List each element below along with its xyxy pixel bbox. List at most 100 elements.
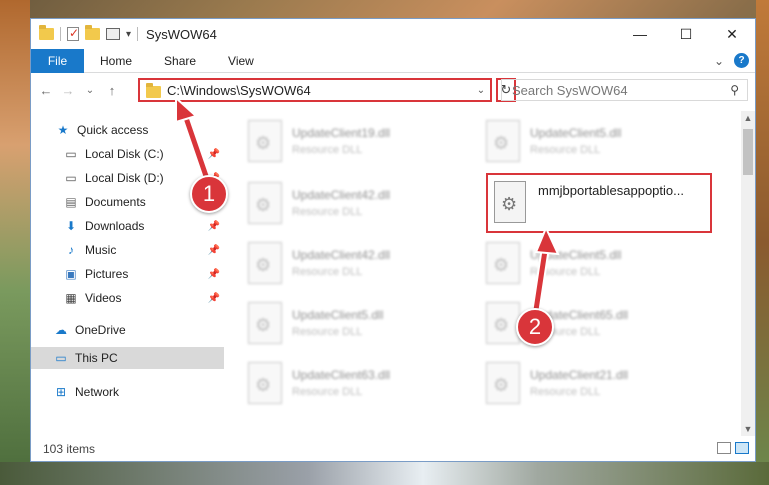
back-button[interactable]: ← <box>35 83 57 98</box>
sidebar-item-label: Documents <box>85 195 146 209</box>
scroll-thumb[interactable] <box>743 129 753 175</box>
sidebar-item-label: Local Disk (C:) <box>85 147 164 161</box>
dll-file-icon <box>248 120 282 162</box>
list-item[interactable]: UpdateClient42.dll Resource DLL <box>248 237 468 289</box>
pin-icon: 📌 <box>207 148 220 160</box>
dll-file-icon <box>248 362 282 404</box>
file-list: UpdateClient19.dll Resource DLL UpdateCl… <box>224 111 755 436</box>
vertical-scrollbar[interactable]: ▲ ▼ <box>741 111 755 436</box>
tab-file[interactable]: File <box>31 48 84 73</box>
search-placeholder: Search SysWOW64 <box>512 82 628 98</box>
maximize-button[interactable]: ☐ <box>663 19 709 49</box>
sidebar-item-label: Downloads <box>85 219 145 233</box>
download-icon: ⬇ <box>65 219 77 233</box>
status-bar: 103 items <box>31 437 755 461</box>
scroll-up-icon[interactable]: ▲ <box>741 111 755 125</box>
file-name: UpdateClient5.dll <box>530 248 622 262</box>
sidebar-item-label: Local Disk (D:) <box>85 171 164 185</box>
desktop-background-bottom <box>0 462 769 485</box>
music-icon: ♪ <box>68 243 74 257</box>
dll-file-icon <box>248 242 282 284</box>
sidebar-item-quick-access[interactable]: ★ Quick access <box>31 119 224 141</box>
videos-icon: ▦ <box>65 291 77 305</box>
file-type: Resource DLL <box>292 386 363 398</box>
step-2-badge: 2 <box>516 308 554 346</box>
list-item[interactable]: UpdateClient63.dll Resource DLL <box>248 357 468 409</box>
documents-icon: ▤ <box>65 195 77 209</box>
file-name: UpdateClient42.dll <box>292 248 391 262</box>
highlighted-file-name: mmjbportablesappoptio... <box>538 183 684 198</box>
folder-icon <box>146 82 161 98</box>
details-view-icon[interactable] <box>717 442 731 454</box>
properties-check-icon[interactable] <box>67 26 79 41</box>
scroll-down-icon[interactable]: ▼ <box>741 422 755 436</box>
recent-locations-button[interactable]: ⌄ <box>79 85 101 96</box>
desktop-background-right <box>756 0 769 485</box>
pictures-icon: ▣ <box>65 267 77 281</box>
pin-icon: 📌 <box>207 220 220 232</box>
sidebar-item-onedrive[interactable]: ☁ OneDrive <box>31 319 224 341</box>
sidebar-item-local-disk-c[interactable]: ▭ Local Disk (C:) 📌 <box>31 143 224 165</box>
list-item[interactable]: UpdateClient21.dll Resource DLL <box>486 357 706 409</box>
sidebar-item-downloads[interactable]: ⬇ Downloads 📌 <box>31 215 224 237</box>
customize-qat-icon[interactable]: ▾ <box>126 29 131 40</box>
up-button[interactable]: ↑ <box>101 83 123 98</box>
title-bar: ▾ SysWOW64 — ☐ ✕ <box>31 19 755 49</box>
properties-icon[interactable] <box>106 28 120 40</box>
window-title: SysWOW64 <box>146 26 217 42</box>
search-input[interactable]: Search SysWOW64 ⚲ <box>501 79 748 101</box>
forward-button[interactable]: → <box>57 83 79 98</box>
list-item[interactable]: UpdateClient5.dll Resource DLL <box>486 115 706 167</box>
sidebar-item-pictures[interactable]: ▣ Pictures 📌 <box>31 263 224 285</box>
cloud-icon: ☁ <box>55 323 67 337</box>
network-icon: ⊞ <box>55 385 67 399</box>
sidebar-item-this-pc[interactable]: ▭ This PC <box>31 347 224 369</box>
view-toggle <box>717 442 749 454</box>
sidebar-item-network[interactable]: ⊞ Network <box>31 381 224 403</box>
file-name: UpdateClient63.dll <box>292 368 391 382</box>
tab-home[interactable]: Home <box>84 49 148 73</box>
dll-file-icon <box>486 362 520 404</box>
list-item[interactable]: UpdateClient5.dll Resource DLL <box>248 297 468 349</box>
dll-file-icon <box>486 302 520 344</box>
pin-icon: 📌 <box>207 244 220 256</box>
sidebar-item-music[interactable]: ♪ Music 📌 <box>31 239 224 261</box>
navigation-pane: ★ Quick access ▭ Local Disk (C:) 📌 ▭ Loc… <box>31 111 224 436</box>
address-bar[interactable]: C:\Windows\SysWOW64 ⌄ <box>138 78 492 102</box>
help-icon[interactable]: ? <box>734 53 749 68</box>
pin-icon: 📌 <box>207 268 220 280</box>
sidebar-item-videos[interactable]: ▦ Videos 📌 <box>31 287 224 309</box>
list-item[interactable]: UpdateClient5.dll Resource DLL <box>486 237 706 289</box>
highlighted-file-item[interactable]: mmjbportablesappoptio... <box>486 173 712 233</box>
sidebar-item-label: Music <box>85 243 117 257</box>
file-type: Resource DLL <box>530 386 601 398</box>
sidebar-item-label: Videos <box>85 291 122 305</box>
search-icon: ⚲ <box>730 83 739 97</box>
tab-share[interactable]: Share <box>148 49 212 73</box>
item-count: 103 items <box>43 442 96 456</box>
new-folder-icon[interactable] <box>85 25 100 40</box>
dll-file-icon <box>248 182 282 224</box>
minimize-button[interactable]: — <box>617 19 663 49</box>
expand-ribbon-icon[interactable]: ⌄ <box>714 54 724 68</box>
address-dropdown-icon[interactable]: ⌄ <box>472 85 490 96</box>
list-item[interactable]: UpdateClient42.dll Resource DLL <box>248 177 468 229</box>
sidebar-item-label: Quick access <box>77 123 149 137</box>
separator <box>60 27 61 41</box>
address-path: C:\Windows\SysWOW64 <box>167 82 311 98</box>
file-type: Resource DLL <box>292 326 363 338</box>
tab-view[interactable]: View <box>212 49 270 73</box>
desktop-background-left <box>0 0 30 485</box>
close-button[interactable]: ✕ <box>709 19 755 49</box>
large-icons-view-icon[interactable] <box>735 442 749 454</box>
explorer-window: ▾ SysWOW64 — ☐ ✕ File Home Share View ⌄ … <box>30 18 756 462</box>
pin-icon: 📌 <box>207 292 220 304</box>
dll-file-icon <box>248 302 282 344</box>
folder-icon <box>39 25 54 40</box>
sidebar-item-label: This PC <box>75 351 118 365</box>
list-item[interactable]: UpdateClient19.dll Resource DLL <box>248 115 468 167</box>
file-type: Resource DLL <box>292 144 363 156</box>
file-name: UpdateClient42.dll <box>292 188 391 202</box>
computer-icon: ▭ <box>55 351 67 365</box>
drive-icon: ▭ <box>65 147 77 161</box>
